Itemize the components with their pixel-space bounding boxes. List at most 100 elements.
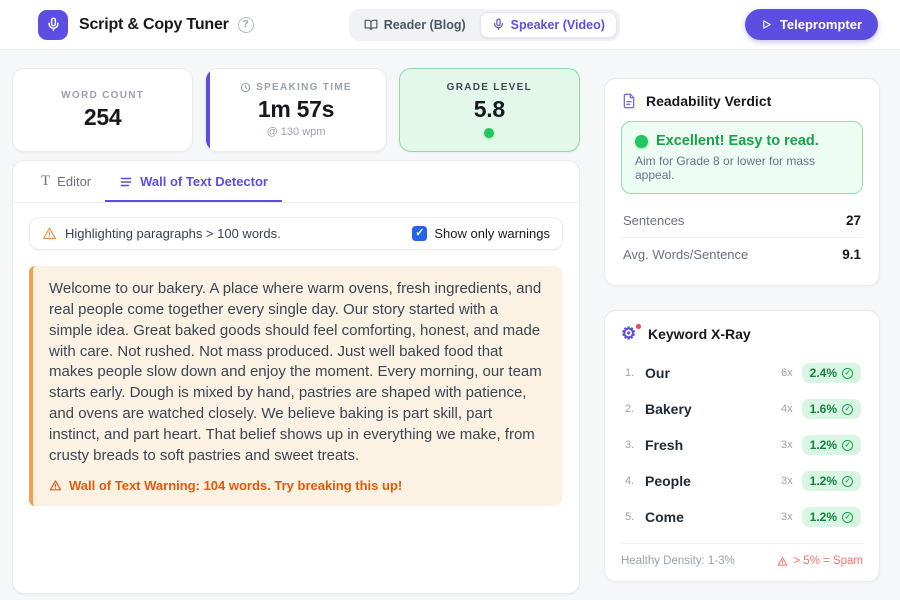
status-dot bbox=[635, 135, 648, 148]
check-circle-icon: ✓ bbox=[842, 512, 853, 523]
left-column: WORD COUNT 254 SPEAKING TIME 1m 57s @ 13… bbox=[12, 68, 580, 594]
mode-button-label: Speaker (Video) bbox=[511, 18, 605, 32]
keyword-count: 3x bbox=[781, 511, 793, 523]
keyword-row: 3. Fresh 3x 1.2%✓ bbox=[621, 427, 863, 463]
readability-title: Readability Verdict bbox=[646, 93, 771, 109]
page-title: Script & Copy Tuner bbox=[79, 16, 229, 34]
density-badge: 2.4%✓ bbox=[802, 363, 861, 383]
mode-button-label: Reader (Blog) bbox=[384, 18, 466, 32]
tab-wall-of-text-detector[interactable]: Wall of Text Detector bbox=[105, 161, 282, 202]
word-count-card: WORD COUNT 254 bbox=[12, 68, 193, 152]
highlight-info-bar: Highlighting paragraphs > 100 words. ✓ S… bbox=[29, 217, 563, 250]
editor-body: Highlighting paragraphs > 100 words. ✓ S… bbox=[13, 203, 579, 520]
wall-of-text-warning: Wall of Text Warning: 104 words. Try bre… bbox=[49, 478, 545, 493]
keyword-count: 3x bbox=[781, 439, 793, 451]
keyword-count: 6x bbox=[781, 367, 793, 379]
keyword-word: Bakery bbox=[645, 401, 781, 417]
metric-label: Avg. Words/Sentence bbox=[623, 247, 748, 262]
show-only-warnings-toggle[interactable]: ✓ Show only warnings bbox=[412, 226, 550, 241]
speaking-time-rate: @ 130 wpm bbox=[267, 126, 326, 138]
spam-threshold-note: > 5% = Spam bbox=[777, 555, 863, 567]
wall-of-text-warning-text: Wall of Text Warning: 104 words. Try bre… bbox=[69, 478, 402, 493]
stats-row: WORD COUNT 254 SPEAKING TIME 1m 57s @ 13… bbox=[12, 68, 580, 152]
word-count-value: 254 bbox=[84, 104, 121, 131]
keyword-footer: Healthy Density: 1-3% > 5% = Spam bbox=[621, 543, 863, 567]
speaking-time-card: SPEAKING TIME 1m 57s @ 130 wpm bbox=[205, 68, 386, 152]
editor-panel: T Editor Wall of Text Detector bbox=[12, 160, 580, 594]
keyword-row: 1. Our 6x 2.4%✓ bbox=[621, 355, 863, 391]
density-badge: 1.6%✓ bbox=[802, 399, 861, 419]
keyword-xray-title: Keyword X-Ray bbox=[648, 326, 751, 342]
verdict-subtext: Aim for Grade 8 or lower for mass appeal… bbox=[635, 154, 849, 182]
microphone-icon bbox=[46, 17, 61, 32]
warning-triangle-icon bbox=[42, 226, 57, 241]
speaking-time-value: 1m 57s bbox=[258, 96, 334, 123]
microphone-icon bbox=[492, 18, 505, 31]
clock-icon bbox=[240, 82, 251, 93]
readability-verdict-card: Readability Verdict Excellent! Easy to r… bbox=[604, 78, 880, 286]
metric-label: Sentences bbox=[623, 213, 684, 228]
healthy-density-note: Healthy Density: 1-3% bbox=[621, 555, 735, 567]
checkbox-checked-icon[interactable]: ✓ bbox=[412, 226, 427, 241]
sidebar: Readability Verdict Excellent! Easy to r… bbox=[604, 68, 880, 600]
app-header: Script & Copy Tuner ? Reader (Blog) Spea… bbox=[0, 0, 900, 50]
check-circle-icon: ✓ bbox=[842, 404, 853, 415]
metric-value: 27 bbox=[846, 213, 861, 228]
grade-status-dot bbox=[484, 128, 494, 138]
keyword-word: Our bbox=[645, 365, 781, 381]
warning-triangle-icon bbox=[49, 479, 62, 492]
mode-toggle: Reader (Blog) Speaker (Video) bbox=[349, 9, 620, 41]
play-icon bbox=[761, 19, 772, 30]
check-circle-icon: ✓ bbox=[842, 368, 853, 379]
readability-header: Readability Verdict bbox=[621, 93, 863, 109]
warning-triangle-icon bbox=[777, 556, 788, 567]
keyword-count: 4x bbox=[781, 403, 793, 415]
keyword-word: Fresh bbox=[645, 437, 781, 453]
verdict-text: Excellent! Easy to read. bbox=[656, 133, 819, 149]
keyword-word: Come bbox=[645, 509, 781, 525]
verdict-box: Excellent! Easy to read. Aim for Grade 8… bbox=[621, 121, 863, 194]
teleprompter-button-label: Teleprompter bbox=[780, 17, 862, 32]
notification-dot bbox=[635, 323, 642, 330]
metric-row-avg-words: Avg. Words/Sentence 9.1 bbox=[621, 237, 863, 271]
check-circle-icon: ✓ bbox=[842, 476, 853, 487]
tab-label: Wall of Text Detector bbox=[140, 174, 268, 189]
document-icon bbox=[621, 93, 637, 109]
density-badge: 1.2%✓ bbox=[802, 507, 861, 527]
density-badge: 1.2%✓ bbox=[802, 471, 861, 491]
grade-level-label: GRADE LEVEL bbox=[447, 82, 532, 93]
verdict-line: Excellent! Easy to read. bbox=[635, 133, 849, 149]
keyword-xray-card: ⚙ Keyword X-Ray 1. Our 6x 2.4%✓ 2. Baker… bbox=[604, 310, 880, 582]
keyword-row: 5. Come 3x 1.2%✓ bbox=[621, 499, 863, 535]
tab-bar: T Editor Wall of Text Detector bbox=[13, 161, 579, 203]
keyword-row: 2. Bakery 4x 1.6%✓ bbox=[621, 391, 863, 427]
speaking-time-label: SPEAKING TIME bbox=[240, 82, 352, 93]
text-type-icon: T bbox=[41, 174, 50, 189]
checkbox-label: Show only warnings bbox=[434, 226, 550, 241]
keyword-count: 3x bbox=[781, 475, 793, 487]
main-content: WORD COUNT 254 SPEAKING TIME 1m 57s @ 13… bbox=[0, 50, 900, 600]
word-count-label: WORD COUNT bbox=[61, 90, 144, 101]
mode-button-speaker[interactable]: Speaker (Video) bbox=[480, 12, 617, 38]
flagged-paragraph[interactable]: Welcome to our bakery. A place where war… bbox=[29, 266, 563, 506]
open-book-icon bbox=[364, 18, 378, 32]
app-logo bbox=[38, 10, 68, 40]
paragraph-text: Welcome to our bakery. A place where war… bbox=[49, 279, 545, 467]
tab-label: Editor bbox=[57, 174, 91, 189]
grade-level-card: GRADE LEVEL 5.8 bbox=[399, 68, 580, 152]
keyword-word: People bbox=[645, 473, 781, 489]
tab-editor[interactable]: T Editor bbox=[27, 161, 105, 202]
grade-level-value: 5.8 bbox=[474, 96, 505, 123]
align-left-icon bbox=[119, 175, 133, 189]
metric-value: 9.1 bbox=[842, 247, 861, 262]
gear-icon: ⚙ bbox=[621, 325, 639, 343]
check-circle-icon: ✓ bbox=[842, 440, 853, 451]
keyword-row: 4. People 3x 1.2%✓ bbox=[621, 463, 863, 499]
metric-row-sentences: Sentences 27 bbox=[621, 204, 863, 237]
help-icon[interactable]: ? bbox=[238, 17, 254, 33]
mode-button-reader[interactable]: Reader (Blog) bbox=[352, 12, 478, 38]
teleprompter-button[interactable]: Teleprompter bbox=[745, 9, 878, 40]
highlight-info-text: Highlighting paragraphs > 100 words. bbox=[65, 226, 281, 241]
keyword-xray-header: ⚙ Keyword X-Ray bbox=[621, 325, 863, 343]
density-badge: 1.2%✓ bbox=[802, 435, 861, 455]
